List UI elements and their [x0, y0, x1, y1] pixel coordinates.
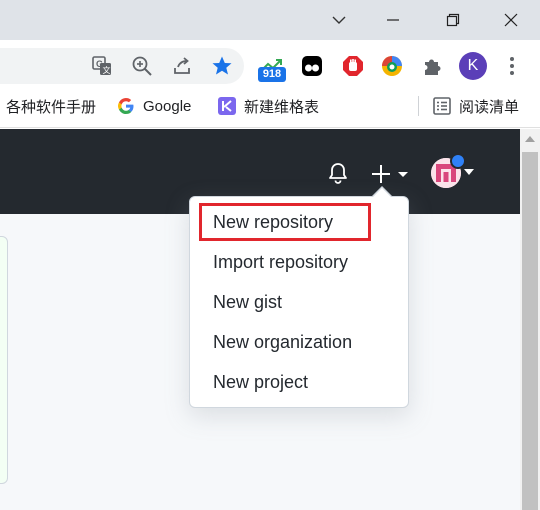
menu-item-new-organization[interactable]: New organization — [190, 322, 408, 362]
colorful-extension-icon[interactable] — [380, 54, 404, 78]
dropdown-caret-fill — [373, 188, 391, 197]
menu-item-label: New project — [213, 371, 309, 392]
svg-text:文: 文 — [103, 65, 111, 75]
translate-icon[interactable]: G 文 — [90, 54, 114, 78]
menu-item-new-gist[interactable]: New gist — [190, 282, 408, 322]
reading-list-button[interactable]: 阅读清单 — [433, 92, 519, 120]
bookmark-star-icon[interactable] — [210, 54, 234, 78]
bookmark-label: Google — [143, 97, 192, 115]
bookmark-item[interactable]: 各种软件手册 — [6, 92, 96, 120]
bookmark-google[interactable]: Google — [117, 92, 191, 120]
restore-button[interactable] — [430, 0, 476, 40]
window-title-bar — [0, 0, 540, 40]
minimize-button[interactable] — [370, 0, 416, 40]
bookmarks-divider — [418, 96, 419, 116]
zoom-icon[interactable] — [130, 54, 154, 78]
extensions-puzzle-icon[interactable] — [420, 54, 444, 78]
menu-item-new-project[interactable]: New project — [190, 362, 408, 402]
scrollbar-thumb[interactable] — [522, 152, 538, 510]
share-icon[interactable] — [170, 54, 194, 78]
reading-list-label: 阅读清单 — [459, 98, 520, 116]
vika-icon — [218, 97, 236, 115]
bookmark-label: 各种软件手册 — [6, 98, 97, 116]
close-window-button[interactable] — [488, 0, 534, 40]
google-icon — [117, 97, 135, 115]
menu-item-label: New organization — [213, 331, 353, 352]
create-new-button[interactable] — [370, 162, 412, 186]
menu-item-import-repository[interactable]: Import repository — [190, 242, 408, 282]
notifications-bell-icon[interactable] — [326, 160, 350, 186]
tampermonkey-icon[interactable] — [300, 54, 324, 78]
scroll-up-arrow-icon[interactable] — [520, 129, 540, 149]
tab-search-chevron-icon[interactable] — [316, 0, 362, 40]
bookmark-vika[interactable]: 新建维格表 — [218, 92, 319, 120]
highlight-annotation — [199, 203, 371, 241]
reading-list-icon — [433, 97, 451, 115]
bookmarks-bar: 各种软件手册 Google 新建维格表 阅读清单 — [0, 92, 540, 128]
menu-item-label: Import repository — [213, 251, 349, 272]
avatar-dropdown-caret-icon[interactable] — [462, 167, 476, 177]
profile-avatar-button[interactable]: K — [459, 52, 487, 80]
menu-item-label: New gist — [213, 291, 283, 312]
content-card — [0, 236, 8, 484]
extension-badge: 918 — [258, 67, 286, 82]
adblock-icon[interactable] — [341, 54, 365, 78]
address-bar[interactable] — [0, 48, 244, 84]
bookmark-label: 新建维格表 — [244, 98, 320, 116]
kebab-menu-icon[interactable] — [500, 54, 524, 78]
